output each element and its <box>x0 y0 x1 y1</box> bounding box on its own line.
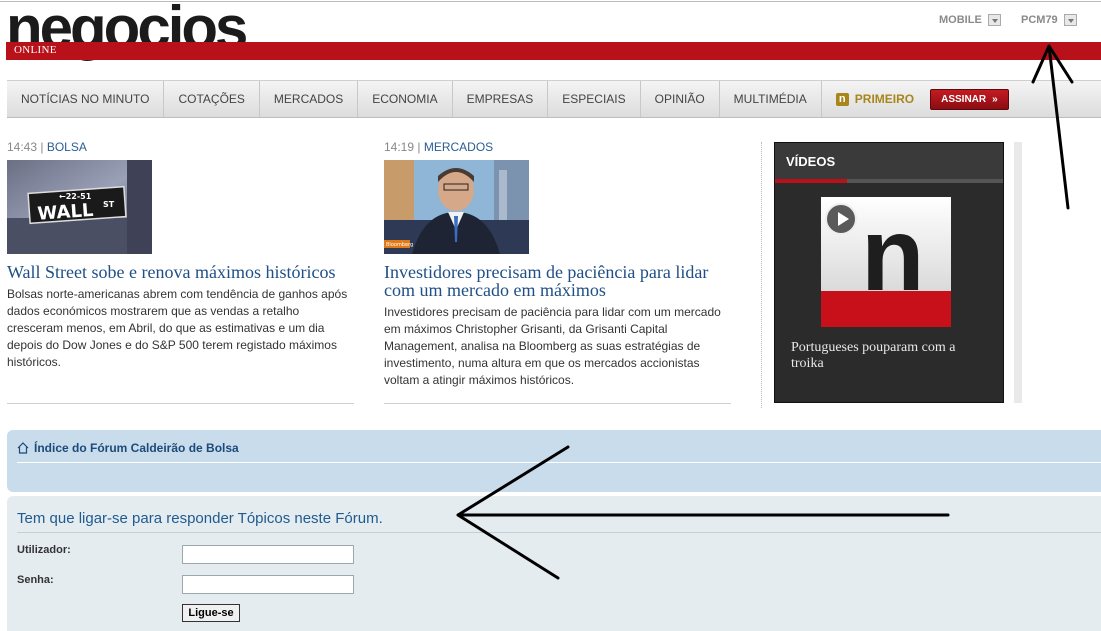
play-icon[interactable] <box>825 203 857 235</box>
article-divider <box>384 403 731 404</box>
videos-widget: VÍDEOS n Portugueses pouparam com a troi… <box>774 142 1004 403</box>
arrow-annotation-user <box>1031 44 1074 210</box>
mobile-link-label[interactable]: MOBILE <box>939 14 982 26</box>
article-meta: 14:43 | BOLSA <box>7 140 87 154</box>
forum-navbar: Índice do Fórum Caldeirão de Bolsa <box>7 430 1101 492</box>
nav-item-economia[interactable]: ECONOMIA <box>358 81 453 117</box>
article-category[interactable]: BOLSA <box>47 140 87 154</box>
nav-item-noticias[interactable]: NOTÍCIAS NO MINUTO <box>7 81 165 117</box>
subscribe-label[interactable]: ASSINAR <box>941 94 986 105</box>
video-thumbnail[interactable]: n <box>821 197 951 327</box>
videos-tab-bar <box>775 179 1003 183</box>
interview-image[interactable]: Bloomberg <box>384 160 529 254</box>
site-tagline: ONLINE <box>14 44 57 56</box>
primeiro-label[interactable]: PRIMEIRO <box>855 92 914 106</box>
nav-item-opiniao[interactable]: OPINIÃO <box>641 81 720 117</box>
bloomberg-badge-text: Bloomberg <box>386 242 413 248</box>
mobile-link[interactable]: MOBILE <box>939 14 1001 26</box>
password-label: Senha: <box>17 574 54 586</box>
article-summary: Bolsas norte-americanas abrem com tendên… <box>7 287 348 369</box>
article-card: 14:43 | BOLSA ←22-51 WALL ST Wall Street… <box>7 140 354 371</box>
primeiro-icon: n <box>835 92 849 106</box>
brand-bar <box>6 42 1101 60</box>
main-nav: NOTÍCIAS NO MINUTO COTAÇÕES MERCADOS ECO… <box>7 80 1101 118</box>
login-prompt: Tem que ligar-se para responder Tópicos … <box>17 510 383 527</box>
login-button[interactable]: Ligue-se <box>182 604 240 622</box>
login-divider <box>17 532 1101 533</box>
article-time: 14:19 <box>384 140 415 154</box>
nav-item-mercados[interactable]: MERCADOS <box>260 81 359 117</box>
article-summary: Investidores precisam de paciência para … <box>384 305 721 387</box>
article-title[interactable]: Investidores precisam de paciência para … <box>384 263 731 299</box>
sign-wall-text: WALL <box>37 200 94 225</box>
wall-street-sign-image[interactable]: ←22-51 WALL ST <box>7 160 152 254</box>
thumb-logo-letter: n <box>861 197 925 313</box>
nav-item-primeiro[interactable]: n PRIMEIRO <box>822 92 928 106</box>
article-category[interactable]: MERCADOS <box>424 140 493 154</box>
user-menu-label[interactable]: PCM79 <box>1021 14 1058 26</box>
user-menu[interactable]: PCM79 <box>1021 14 1077 26</box>
breadcrumb-forum-index[interactable]: Índice do Fórum Caldeirão de Bolsa <box>34 441 239 455</box>
username-field[interactable] <box>182 545 354 564</box>
article-divider <box>7 403 354 404</box>
video-caption[interactable]: Portugueses pouparam com a troika <box>791 340 991 372</box>
article-card: 14:19 | MERCADOS Bloomberg Investidores … <box>384 140 731 389</box>
nav-item-multimedia[interactable]: MULTIMÉDIA <box>720 81 822 117</box>
article-time: 14:43 <box>7 140 38 154</box>
sign-st-text: ST <box>103 200 115 209</box>
subscribe-button[interactable]: ASSINAR » <box>930 88 1009 110</box>
password-field[interactable] <box>182 575 354 594</box>
nav-item-especiais[interactable]: ESPECIAIS <box>548 81 641 117</box>
nav-item-empresas[interactable]: EMPRESAS <box>453 81 549 117</box>
article-meta: 14:19 | MERCADOS <box>384 140 494 154</box>
videos-shadow <box>1014 142 1022 403</box>
breadcrumb[interactable]: Índice do Fórum Caldeirão de Bolsa <box>17 441 239 455</box>
chevron-down-icon[interactable] <box>987 14 1001 26</box>
double-chevron-right-icon: » <box>992 93 998 105</box>
chevron-down-icon[interactable] <box>1063 14 1077 26</box>
home-icon <box>17 442 29 454</box>
column-separator <box>761 142 762 408</box>
videos-title[interactable]: VÍDEOS <box>775 143 1003 179</box>
username-label: Utilizador: <box>17 544 71 556</box>
nav-item-cotacoes[interactable]: COTAÇÕES <box>164 81 260 117</box>
article-title[interactable]: Wall Street sobe e renova máximos histór… <box>7 263 354 281</box>
login-panel: Tem que ligar-se para responder Tópicos … <box>7 496 1101 631</box>
forum-navbar-divider <box>17 462 1101 463</box>
